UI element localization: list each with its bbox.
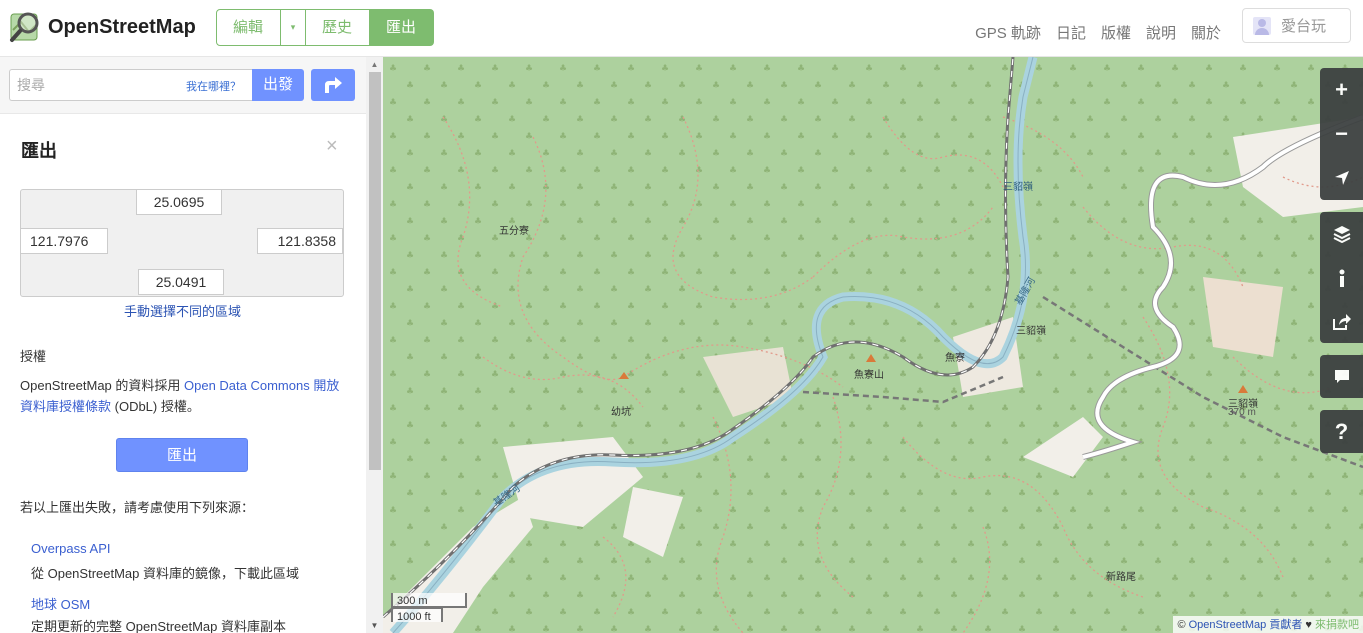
locate-arrow-icon <box>1334 171 1349 185</box>
scale-bar: 300 m 1000 ft <box>391 593 467 623</box>
planet-osm-link[interactable]: 地球 OSM <box>31 594 90 613</box>
map-label-elevation: 370 m <box>1228 407 1256 418</box>
map-view[interactable]: ♣ ♣ <box>383 57 1363 633</box>
osm-logo-icon[interactable] <box>9 10 43 44</box>
top-nav: GPS 軌跡 日記 版權 說明 關於 <box>975 22 1221 43</box>
help-control: ? <box>1320 410 1363 453</box>
nav-help[interactable]: 說明 <box>1146 22 1176 43</box>
min-lon-input[interactable]: 121.7976 <box>20 228 108 254</box>
brand-title[interactable]: OpenStreetMap <box>48 16 196 39</box>
scale-imperial: 1000 ft <box>391 607 443 623</box>
map-key-button[interactable] <box>1320 256 1363 300</box>
info-icon <box>1339 269 1344 287</box>
nav-copyright[interactable]: 版權 <box>1101 22 1131 43</box>
header: OpenStreetMap 編輯 ▾ 歷史 匯出 GPS 軌跡 日記 版權 說明… <box>0 0 1363 57</box>
zoom-in-button[interactable]: + <box>1320 68 1363 112</box>
license-prefix: OpenStreetMap 的資料採用 <box>20 378 184 393</box>
map-label-yuliao: 魚寮 <box>945 353 965 364</box>
close-icon[interactable]: × <box>326 135 338 158</box>
license-text: OpenStreetMap 的資料採用 Open Data Commons 開放… <box>20 375 350 417</box>
scrollbar-thumb[interactable] <box>369 72 381 470</box>
overpass-api-link[interactable]: Overpass API <box>31 541 110 556</box>
heart-icon: ♥ <box>1302 619 1315 631</box>
map-label-yuliaoshan: 魚寮山 <box>854 370 884 381</box>
where-am-i-link[interactable]: 我在哪裡？ <box>186 78 241 94</box>
attribution-prefix: © <box>1177 619 1189 631</box>
scroll-up-arrow-icon[interactable]: ▲ <box>366 57 383 71</box>
planet-osm-desc: 定期更新的完整 OpenStreetMap 資料庫副本 <box>31 619 286 633</box>
edit-button-group: 編輯 ▾ 歷史 匯出 <box>216 9 434 46</box>
donate-link[interactable]: 來捐款吧 <box>1315 619 1359 631</box>
max-lon-input[interactable]: 121.8358 <box>257 228 343 254</box>
export-button[interactable]: 匯出 <box>116 438 248 472</box>
speech-bubble-icon <box>1334 370 1349 383</box>
directions-button[interactable] <box>311 69 355 101</box>
edit-button[interactable]: 編輯 <box>216 9 281 46</box>
overpass-api-desc: 從 OpenStreetMap 資料庫的鏡像，下載此區域 <box>31 566 299 581</box>
nav-diaries[interactable]: 日記 <box>1056 22 1086 43</box>
nav-about[interactable]: 關於 <box>1191 22 1221 43</box>
scroll-down-arrow-icon[interactable]: ▼ <box>366 619 383 633</box>
bounding-box-editor: 25.0695 121.7976 121.8358 25.0491 <box>20 189 344 297</box>
fail-text: 若以上匯出失敗，請考慮使用下列來源： <box>20 500 255 515</box>
manual-select-area-link[interactable]: 手動選擇不同的區域 <box>124 301 241 320</box>
search-bar: 搜尋 我在哪裡？ 出發 <box>0 57 366 114</box>
export-tab[interactable]: 匯出 <box>370 9 434 46</box>
edit-dropdown-button[interactable]: ▾ <box>281 9 306 46</box>
map-tools <box>1320 212 1363 343</box>
directions-icon <box>325 77 342 93</box>
history-tab[interactable]: 歷史 <box>306 9 370 46</box>
map-label-xinluwei: 新路尾 <box>1106 572 1136 583</box>
query-features-button[interactable]: ? <box>1320 410 1363 454</box>
license-heading: 授權 <box>20 349 47 364</box>
locate-button[interactable] <box>1320 156 1363 200</box>
map-label-youkeng: 幼坑 <box>611 407 631 418</box>
map-attribution: © OpenStreetMap 貢獻者 ♥ 來捐款吧 <box>1173 616 1363 633</box>
search-go-button[interactable]: 出發 <box>252 69 304 101</box>
share-icon <box>1332 314 1351 330</box>
user-name: 愛台玩 <box>1281 18 1327 35</box>
layers-icon <box>1333 226 1350 243</box>
export-panel-title: 匯出 <box>21 141 57 161</box>
zoom-out-button[interactable]: − <box>1320 112 1363 156</box>
zoom-controls: + − <box>1320 68 1363 200</box>
user-menu-button[interactable]: 愛台玩 <box>1242 8 1351 43</box>
layers-button[interactable] <box>1320 212 1363 256</box>
osm-contributors-link[interactable]: OpenStreetMap 貢獻者 <box>1189 619 1303 631</box>
add-note-button[interactable] <box>1320 355 1363 399</box>
map-label-wufenliao: 五分寮 <box>499 226 529 237</box>
avatar <box>1253 16 1271 35</box>
note-control <box>1320 355 1363 398</box>
map-tiles[interactable]: ♣ ♣ <box>383 57 1363 633</box>
map-label-sandiaoling-station: 三貂嶺 <box>1003 182 1033 193</box>
map-label-sandiaoling: 三貂嶺 <box>1016 326 1046 337</box>
min-lat-input[interactable]: 25.0491 <box>138 269 224 295</box>
max-lat-input[interactable]: 25.0695 <box>136 189 222 215</box>
share-button[interactable] <box>1320 300 1363 344</box>
nav-gps-traces[interactable]: GPS 軌跡 <box>975 22 1041 43</box>
license-suffix: (ODbL) 授權。 <box>111 399 200 414</box>
scale-metric: 300 m <box>391 593 467 608</box>
sidebar: 搜尋 我在哪裡？ 出發 匯出 × 25.0695 121.7976 121.83… <box>0 57 383 633</box>
